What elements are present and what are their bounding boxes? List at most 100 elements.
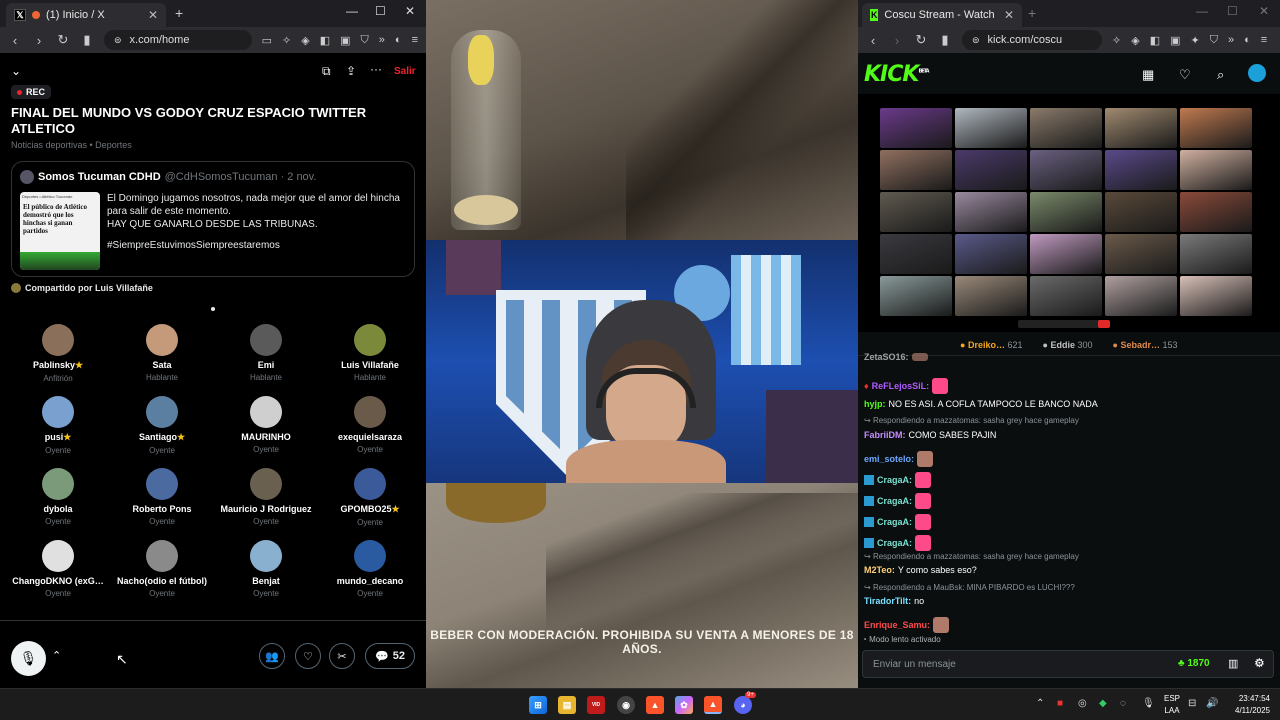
shield-icon[interactable]: ⛉	[1210, 34, 1218, 47]
extension-icon[interactable]: ◈	[1131, 34, 1139, 47]
leaderboard-entry[interactable]: ● Sebadr… 153	[1113, 340, 1178, 350]
chat-username[interactable]: M2Teo:	[864, 565, 895, 575]
reload-icon[interactable]: ↻	[56, 32, 70, 48]
speaker-card[interactable]: MAURINHO Oyente	[214, 396, 318, 454]
tray-overflow-icon[interactable]: ⌃	[1036, 698, 1044, 709]
extension-icon[interactable]: ◈	[301, 34, 309, 47]
address-bar[interactable]: ⊜ kick.com/coscu	[962, 30, 1102, 50]
obs-icon[interactable]: ◉	[617, 696, 635, 714]
forward-icon[interactable]: ›	[32, 33, 46, 48]
bookmark-icon[interactable]: ▮	[80, 32, 94, 48]
speaker-card[interactable]: Sata Hablante	[110, 324, 214, 382]
close-tab-icon[interactable]: ✕	[1004, 8, 1014, 22]
tweet-author[interactable]: Somos Tucuman CDHD	[38, 171, 161, 183]
more-icon[interactable]: ···	[370, 62, 382, 76]
collapse-chevron-icon[interactable]: ⌄	[11, 64, 21, 78]
profile-icon[interactable]: ◐	[1244, 34, 1251, 46]
tray-app-icon[interactable]: ■	[1057, 698, 1063, 709]
volume-icon[interactable]: 🔊	[1206, 698, 1218, 709]
leaderboard-entry[interactable]: ● Dreiko… 621	[960, 340, 1023, 350]
tray-app-icon[interactable]: ◌	[1120, 698, 1126, 709]
tray-app-icon[interactable]: ◎	[1078, 698, 1087, 709]
leaderboard-entry[interactable]: ● Eddie 300	[1043, 340, 1093, 350]
bookmark-icon[interactable]: ▮	[938, 32, 952, 48]
speaker-card[interactable]: Emi Hablante	[214, 324, 318, 382]
speaker-card[interactable]: Mauricio J Rodriguez Oyente	[214, 468, 318, 526]
site-info-icon[interactable]: ⊜	[972, 35, 980, 46]
gift-icon[interactable]: ▥	[1228, 657, 1238, 670]
reply-context[interactable]: ↪ Respondiendo a mazzatomas: sasha grey …	[864, 416, 1079, 425]
share-icon[interactable]: ⇪	[346, 64, 356, 78]
speaker-card[interactable]: mundo_decano Oyente	[318, 540, 422, 598]
pinned-tweet-card[interactable]: Somos Tucuman CDHD @CdHSomosTucuman · 2 …	[11, 161, 415, 277]
chat-username[interactable]: CragaA:	[877, 517, 912, 527]
close-window-icon[interactable]: ✕	[405, 4, 415, 18]
chat-username[interactable]: FabriiDM:	[864, 430, 906, 440]
kick-logo[interactable]: KICKBETA	[864, 62, 930, 87]
network-icon[interactable]: ⊟	[1188, 698, 1196, 709]
clock[interactable]: 23:47:54 4/11/2025	[1235, 693, 1270, 717]
address-bar[interactable]: ⊜ x.com/home	[104, 30, 252, 50]
speaker-card[interactable]: dybola Oyente	[6, 468, 110, 526]
maximize-icon[interactable]: ☐	[1227, 4, 1238, 18]
forward-icon[interactable]: ›	[890, 33, 904, 48]
profile-icon[interactable]: ◐	[395, 34, 402, 46]
chat-input[interactable]: Enviar un mensaje ☺	[862, 650, 1274, 678]
extension-icon[interactable]: ✧	[1112, 34, 1121, 47]
file-explorer-icon[interactable]: ▤	[558, 696, 576, 714]
tray-app-icon[interactable]: ◆	[1099, 698, 1107, 709]
speaker-card[interactable]: GPOMBO25★ Oyente	[318, 468, 422, 527]
menu-icon[interactable]: ≡	[1261, 34, 1267, 46]
speaker-card[interactable]: pusi★ Oyente	[6, 396, 110, 455]
stream-video[interactable]: BEBER CON MODERACIÓN. PROHIBIDA SU VENTA…	[426, 0, 858, 688]
exit-space-button[interactable]: Salir	[394, 66, 416, 77]
expand-chevron-icon[interactable]: ⌃	[52, 649, 61, 662]
new-tab-icon[interactable]: +	[175, 5, 183, 21]
fullscreen-icon[interactable]: ⧉	[322, 64, 331, 79]
cast-icon[interactable]: ▭	[262, 34, 272, 47]
more-extensions-icon[interactable]: »	[1228, 34, 1234, 46]
tweet-hashtag[interactable]: #SiempreEstuvimosSiempreestaremos	[107, 239, 407, 252]
speaker-card[interactable]: ChangoDKNO (exG… Oyente	[6, 540, 110, 598]
video-player[interactable]	[858, 94, 1280, 332]
windows-start-icon[interactable]: ⊞	[529, 696, 547, 714]
chat-username[interactable]: CragaA:	[877, 475, 912, 485]
comments-button[interactable]: 💬 52	[365, 643, 415, 669]
extension-icon[interactable]: ✧	[282, 34, 291, 47]
reply-context[interactable]: ↪ Respondiendo a mazzatomas: sasha grey …	[864, 552, 1079, 561]
reply-context[interactable]: ↪ Respondiendo a MauBsk: MINA PIBARDO es…	[864, 583, 1075, 592]
speaker-card[interactable]: Luis Villafañe Hablante	[318, 324, 422, 382]
close-tab-icon[interactable]: ✕	[148, 8, 158, 22]
speaker-card[interactable]: Benjat Oyente	[214, 540, 318, 598]
clip-button[interactable]: ✂	[329, 643, 355, 669]
tab-kick-coscu[interactable]: K Coscu Stream - Watch Live on Ki ✕	[862, 3, 1022, 27]
chat-username[interactable]: ReFLejosSiL:	[872, 381, 930, 391]
end-call-icon[interactable]	[1098, 320, 1110, 328]
following-heart-icon[interactable]: ♡	[1179, 67, 1191, 83]
copilot-icon[interactable]: ✿	[675, 696, 693, 714]
chat-username[interactable]: CragaA:	[877, 496, 912, 506]
language-indicator[interactable]: ESP LAA	[1164, 693, 1180, 717]
minimize-icon[interactable]: —	[1196, 4, 1208, 18]
video-editor-icon[interactable]: VID	[587, 696, 605, 714]
maximize-icon[interactable]: ☐	[375, 4, 386, 18]
chat-username[interactable]: TiradorTilt:	[864, 596, 911, 606]
chat-username[interactable]: CragaA:	[877, 538, 912, 548]
speaker-card[interactable]: Pablinsky★ Anfitrión	[6, 324, 110, 383]
reload-icon[interactable]: ↻	[914, 32, 928, 48]
chat-username[interactable]: ZetaSO16:	[864, 352, 909, 362]
back-icon[interactable]: ‹	[8, 33, 22, 48]
mic-button[interactable]: 🎙	[11, 641, 46, 676]
browse-icon[interactable]: ▦	[1142, 67, 1154, 83]
wallet-icon[interactable]: ▣	[340, 34, 350, 47]
brave-active-icon[interactable]: ▲	[704, 696, 722, 714]
user-avatar[interactable]	[1246, 62, 1268, 84]
more-extensions-icon[interactable]: »	[379, 34, 385, 46]
player-controls[interactable]	[1018, 320, 1108, 328]
back-icon[interactable]: ‹	[866, 33, 880, 48]
chat-username[interactable]: Enrique_Samu:	[864, 620, 930, 630]
chat-username[interactable]: emi_sotelo:	[864, 454, 914, 464]
site-info-icon[interactable]: ⊜	[114, 35, 122, 46]
react-button[interactable]: ♡	[295, 643, 321, 669]
shield-icon[interactable]: ⛉	[361, 34, 369, 47]
